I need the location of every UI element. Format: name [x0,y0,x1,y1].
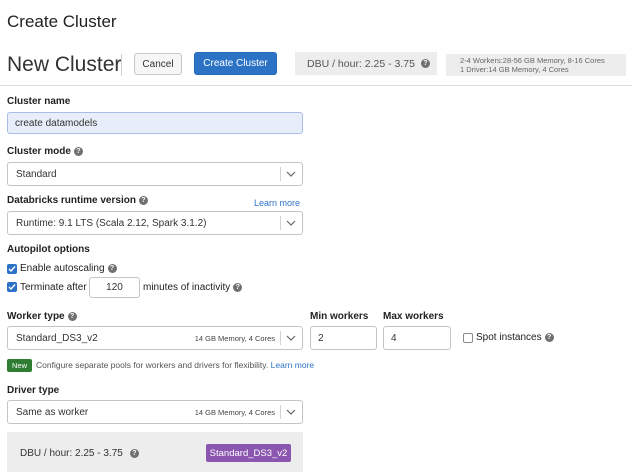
runtime-learn-more-link[interactable]: Learn more [254,198,300,208]
select-divider [280,167,281,181]
header-separator [0,85,632,86]
page-title: Create Cluster [7,12,117,31]
instance-type-tag: Standard_DS3_v2 [206,444,291,462]
autoscaling-checkbox[interactable] [7,264,17,274]
worker-type-label-text: Worker type [7,311,65,322]
new-badge: New [7,359,32,372]
cluster-mode-select[interactable]: Standard [7,162,303,186]
cluster-mode-value: Standard [16,168,57,180]
checkmark-icon [8,284,16,291]
dbu-summary-row: DBU / hour: 2.25 - 3.75? [20,448,139,459]
pools-note: Configure separate pools for workers and… [36,360,314,370]
cluster-mode-label: Cluster mode? [7,146,83,157]
chevron-down-icon [286,212,296,234]
terminate-minutes-input[interactable]: 120 [89,277,140,298]
header-divider [121,54,122,76]
cancel-button[interactable]: Cancel [134,53,182,75]
help-circle-icon[interactable]: ? [420,59,430,68]
terminate-label: Terminate after [20,282,87,293]
driver-type-label: Driver type [7,385,60,396]
cluster-heading: New Cluster [7,53,122,76]
worker-type-meta: 14 GB Memory, 4 Cores [194,333,275,343]
driver-type-meta: 14 GB Memory, 4 Cores [194,407,275,417]
runtime-label-text: Databricks runtime version [7,195,136,206]
terminate-suffix: minutes of inactivity [143,282,231,293]
worker-type-label: Worker type? [7,311,77,322]
pools-note-text: Configure separate pools for workers and… [36,360,269,370]
cluster-name-input[interactable]: create datamodels [7,112,303,134]
help-circle-icon[interactable]: ? [233,282,243,292]
worker-type-value: Standard_DS3_v2 [16,332,98,344]
min-workers-label: Min workers [310,311,369,322]
help-circle-icon[interactable]: ? [67,311,77,321]
chevron-down-icon [286,163,296,185]
dbu-summary-text: DBU / hour: 2.25 - 3.75 [20,448,123,459]
driver-type-value: Same as worker [16,406,89,418]
runtime-value: Runtime: 9.1 LTS (Scala 2.12, Spark 3.1.… [16,217,207,229]
chevron-down-icon [286,327,296,349]
help-circle-icon[interactable]: ? [107,263,117,273]
summary-workers: 2-4 Workers:28-56 GB Memory, 8-16 Cores [460,56,605,65]
chevron-down-icon [286,401,296,423]
cluster-name-label: Cluster name [7,96,71,107]
terminate-suffix-row: minutes of inactivity? [143,282,243,293]
select-divider [280,216,281,230]
autoscaling-label: Enable autoscaling [20,263,105,274]
select-divider [280,405,281,419]
help-circle-icon[interactable]: ? [129,448,139,458]
min-workers-input[interactable]: 2 [310,326,377,350]
checkmark-icon [8,266,16,273]
create-cluster-button[interactable]: Create Cluster [194,52,277,75]
runtime-select[interactable]: Runtime: 9.1 LTS (Scala 2.12, Spark 3.1.… [7,211,303,235]
cluster-summary: 2-4 Workers:28-56 GB Memory, 8-16 Cores … [446,54,626,76]
max-workers-input[interactable]: 4 [383,326,451,350]
max-workers-label: Max workers [383,311,444,322]
worker-type-select[interactable]: Standard_DS3_v2 14 GB Memory, 4 Cores [7,326,303,350]
help-circle-icon[interactable]: ? [73,146,83,156]
summary-driver: 1 Driver:14 GB Memory, 4 Cores [460,65,569,74]
select-divider [280,331,281,345]
spot-instances-label: Spot instances [476,332,542,343]
runtime-label: Databricks runtime version? [7,195,148,206]
driver-type-select[interactable]: Same as worker 14 GB Memory, 4 Cores [7,400,303,424]
cluster-mode-label-text: Cluster mode [7,146,71,157]
terminate-checkbox[interactable] [7,282,17,292]
help-circle-icon[interactable]: ? [544,332,554,342]
pools-learn-more-link[interactable]: Learn more [271,360,314,370]
autoscaling-row: Enable autoscaling? [20,263,117,274]
dbu-estimate-text: DBU / hour: 2.25 - 3.75 [307,57,415,70]
dbu-estimate: DBU / hour: 2.25 - 3.75 ? [295,52,437,75]
spot-instances-row: Spot instances? [476,332,554,343]
autopilot-label: Autopilot options [7,244,90,255]
spot-instances-checkbox[interactable] [463,333,473,343]
help-circle-icon[interactable]: ? [138,195,148,205]
